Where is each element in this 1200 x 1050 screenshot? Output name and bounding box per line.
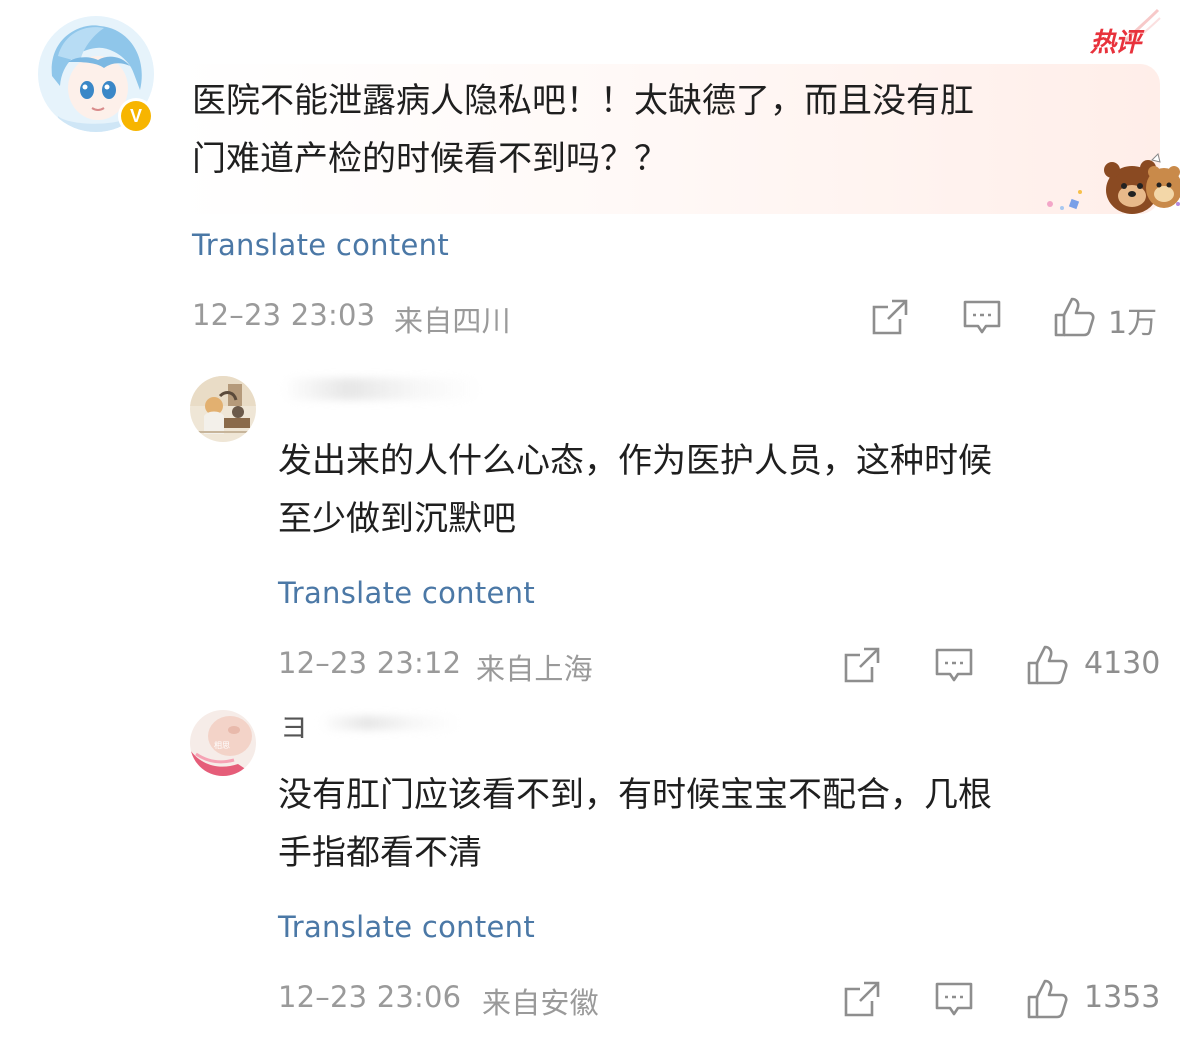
user-avatar[interactable]: 相思 (190, 710, 256, 776)
comment-icon[interactable] (962, 297, 1002, 337)
comment-icon[interactable] (934, 645, 974, 685)
username-obscured (282, 378, 482, 400)
user-avatar[interactable] (190, 376, 256, 442)
comment-text: 发出来的人什么心态，作为医护人员，这种时候 至少做到沉默吧 (278, 441, 992, 539)
verified-icon: V (129, 105, 142, 126)
translate-content-link[interactable]: Translate content (192, 228, 449, 262)
like-icon[interactable] (1025, 643, 1069, 687)
comment-timestamp: 12–23 23:06 (278, 980, 462, 1014)
comment-text: 医院不能泄露病人隐私吧！！太缺德了，而且没有肛 门难道产检的时候看不到吗？？ (192, 81, 974, 179)
comment-timestamp: 12–23 23:03 (192, 298, 376, 332)
avatar-caption: 相思 (214, 741, 230, 750)
hot-comment-badge: 热评 (1090, 28, 1141, 58)
verified-badge: V (118, 98, 154, 134)
like-count: 1万 (1108, 306, 1158, 341)
comment-location: 来自上海 (476, 652, 593, 686)
username-obscured (320, 716, 460, 730)
like-count: 1353 (1084, 980, 1161, 1015)
username-fragment: ヨ (280, 711, 309, 744)
translate-content-link[interactable]: Translate content (278, 910, 535, 944)
share-icon[interactable] (842, 979, 882, 1019)
share-icon[interactable] (870, 297, 910, 337)
illustration-avatar-icon (190, 376, 256, 442)
comment-location: 来自四川 (394, 304, 511, 338)
like-count: 4130 (1084, 646, 1161, 681)
comment-location: 来自安徽 (482, 986, 599, 1020)
share-icon[interactable] (842, 645, 882, 685)
comment-icon[interactable] (934, 979, 974, 1019)
like-icon[interactable] (1052, 295, 1096, 339)
comment-timestamp: 12–23 23:12 (278, 646, 462, 680)
like-icon[interactable] (1025, 977, 1069, 1021)
translate-content-link[interactable]: Translate content (278, 576, 535, 610)
comment-text: 没有肛门应该看不到，有时候宝宝不配合，几根 手指都看不清 (278, 775, 992, 873)
